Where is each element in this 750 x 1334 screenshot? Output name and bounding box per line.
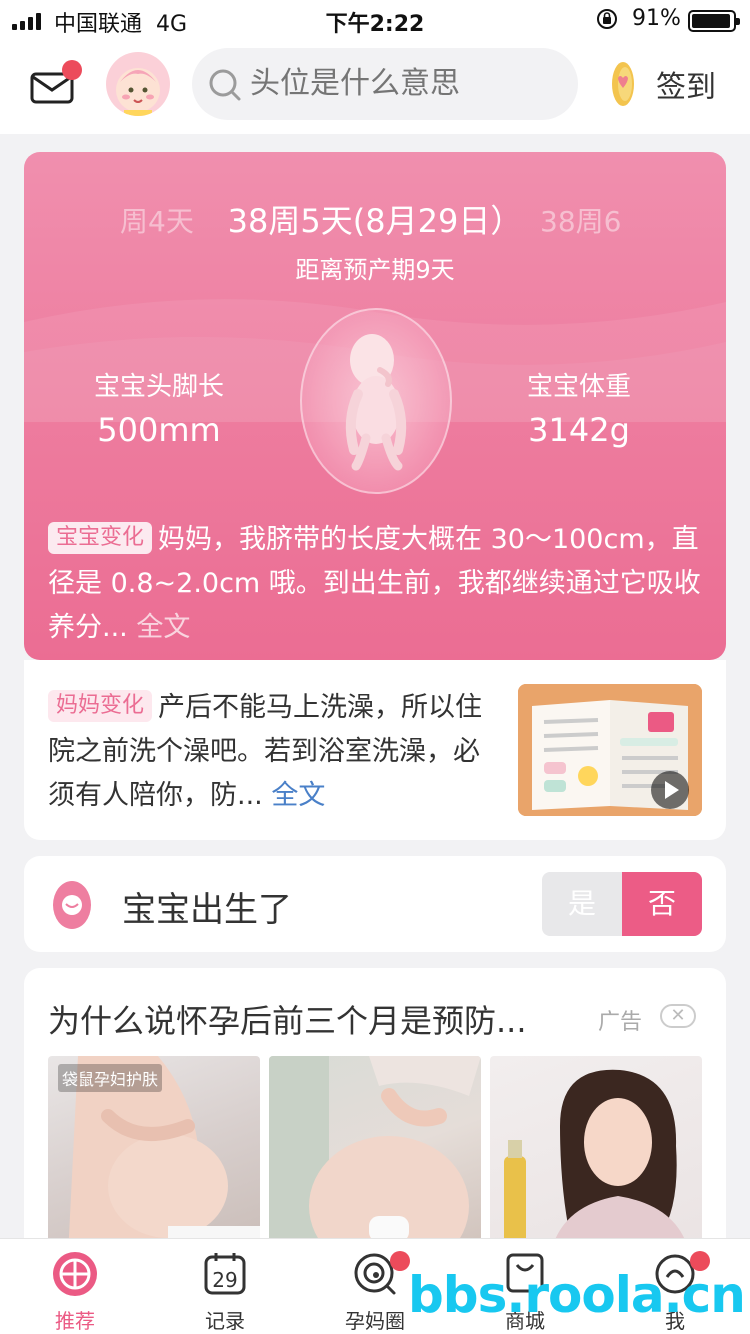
search-icon [209,69,241,101]
fetus-illustration[interactable] [300,308,452,494]
week-next[interactable]: 38周6 [540,200,621,240]
rotation-lock-icon [597,9,617,29]
site-watermark: bbs.roola.cn [408,1266,746,1324]
tab-records[interactable]: 29 记录 [150,1239,300,1334]
ad-close-button[interactable]: ✕ [660,1004,696,1028]
ad-image-1[interactable]: 袋鼠孕妇护肤 [48,1056,260,1248]
play-icon[interactable] [650,770,690,810]
baby-face-icon [116,68,160,116]
community-notification-badge [390,1251,410,1271]
mom-change-summary: 妈妈变化 产后不能马上洗澡，所以住院之前洗个澡吧。若到浴室洗澡，必须有人陪你，防.… [48,686,504,818]
battery-icon [688,10,740,32]
mail-notification-badge [62,60,82,80]
mom-change-card[interactable]: 妈妈变化 产后不能马上洗澡，所以住院之前洗个澡吧。若到浴室洗澡，必须有人陪你，防.… [24,660,726,840]
belly-care-image [269,1056,481,1248]
top-header: 签到 [0,42,750,134]
spokesperson-image [504,1069,688,1248]
baby-change-tag: 宝宝变化 [48,522,153,554]
ad-image-2[interactable] [269,1056,481,1248]
battery-percentage: 91% [632,6,681,31]
home-icon [53,1252,97,1296]
coin-icon[interactable] [610,60,636,108]
baby-born-icon [53,881,91,929]
baby-length-label: 宝宝头脚长 [93,372,224,402]
baby-born-card: 宝宝出生了 是 否 [24,856,726,952]
baby-length-stat: 宝宝头脚长 500mm [64,366,254,449]
video-thumbnail[interactable] [518,684,702,816]
baby-born-no-button[interactable]: 否 [622,872,702,936]
tab-recommend-label: 推荐 [55,1309,95,1333]
baby-weight-label: 宝宝体重 [526,372,631,402]
calendar-icon: 29 [204,1253,246,1295]
mom-change-more-link[interactable]: 全文 [271,780,325,811]
baby-avatar[interactable] [106,52,170,116]
baby-length-value: 500mm [97,411,221,449]
tab-records-label: 记录 [205,1309,245,1333]
ad-image-3[interactable] [490,1056,702,1248]
ad-image-tag: 袋鼠孕妇护肤 [58,1064,163,1092]
baby-weight-stat: 宝宝体重 3142g [484,366,674,449]
baby-born-label: 宝宝出生了 [122,890,292,930]
search-bar[interactable] [192,48,578,120]
search-input[interactable] [250,48,570,120]
due-date-countdown: 距离预产期9天 [295,256,455,284]
ad-card[interactable]: 为什么说怀孕后前三个月是预防... 广告 ✕ 袋鼠孕妇护肤 [24,968,726,1248]
tab-recommend[interactable]: 推荐 [0,1239,150,1334]
baby-change-summary[interactable]: 宝宝变化 妈妈，我脐带的长度大概在 30～100cm，直径是 0.8~2.0cm … [48,518,708,650]
ad-label: 广告 [598,1010,643,1035]
baby-weight-value: 3142g [528,411,630,449]
fetus-icon [345,334,407,471]
baby-change-more-link[interactable]: 全文 [136,612,190,643]
checkin-button[interactable]: 签到 [656,62,716,106]
baby-born-yes-button[interactable]: 是 [542,872,622,936]
status-bar: 中国联通 4G 下午2:22 91% [0,0,750,42]
calendar-day: 29 [212,1268,237,1292]
pregnancy-progress-card: 周4天 38周5天(8月29日） 38周6 距离预产期9天 宝宝头脚长 500m… [24,152,726,660]
ad-title[interactable]: 为什么说怀孕后前三个月是预防... [48,996,568,1042]
mom-change-tag: 妈妈变化 [48,690,153,722]
